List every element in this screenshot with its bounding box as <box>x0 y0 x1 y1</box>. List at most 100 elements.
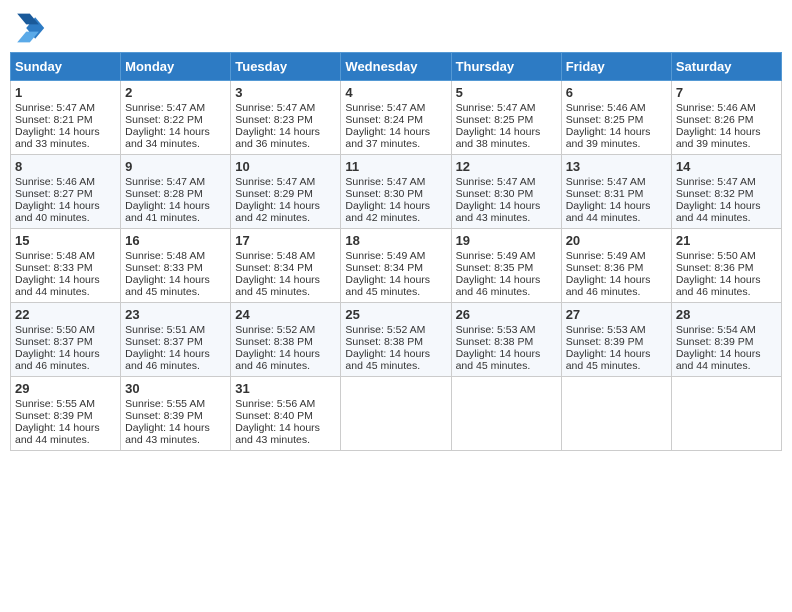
sunset: Sunset: 8:29 PM <box>235 188 313 200</box>
daylight: Daylight: 14 hours and 46 minutes. <box>676 274 761 298</box>
daylight: Daylight: 14 hours and 41 minutes. <box>125 200 210 224</box>
calendar-header-row: SundayMondayTuesdayWednesdayThursdayFrid… <box>11 53 782 81</box>
calendar-cell: 4Sunrise: 5:47 AMSunset: 8:24 PMDaylight… <box>341 81 451 155</box>
sunrise: Sunrise: 5:47 AM <box>15 102 95 114</box>
daylight: Daylight: 14 hours and 39 minutes. <box>566 126 651 150</box>
daylight: Daylight: 14 hours and 44 minutes. <box>566 200 651 224</box>
sunset: Sunset: 8:25 PM <box>566 114 644 126</box>
sunset: Sunset: 8:39 PM <box>566 336 644 348</box>
sunrise: Sunrise: 5:47 AM <box>235 102 315 114</box>
sunrise: Sunrise: 5:47 AM <box>345 102 425 114</box>
sunset: Sunset: 8:36 PM <box>566 262 644 274</box>
day-number: 16 <box>125 233 226 248</box>
day-number: 20 <box>566 233 667 248</box>
daylight: Daylight: 14 hours and 37 minutes. <box>345 126 430 150</box>
sunrise: Sunrise: 5:56 AM <box>235 398 315 410</box>
sunset: Sunset: 8:21 PM <box>15 114 93 126</box>
daylight: Daylight: 14 hours and 43 minutes. <box>235 422 320 446</box>
day-number: 4 <box>345 85 446 100</box>
calendar-cell: 5Sunrise: 5:47 AMSunset: 8:25 PMDaylight… <box>451 81 561 155</box>
calendar-cell <box>561 377 671 451</box>
sunrise: Sunrise: 5:47 AM <box>456 102 536 114</box>
sunset: Sunset: 8:38 PM <box>235 336 313 348</box>
sunrise: Sunrise: 5:46 AM <box>15 176 95 188</box>
calendar-cell: 2Sunrise: 5:47 AMSunset: 8:22 PMDaylight… <box>121 81 231 155</box>
calendar-cell <box>341 377 451 451</box>
calendar-table: SundayMondayTuesdayWednesdayThursdayFrid… <box>10 52 782 451</box>
calendar-cell: 26Sunrise: 5:53 AMSunset: 8:38 PMDayligh… <box>451 303 561 377</box>
day-number: 18 <box>345 233 446 248</box>
daylight: Daylight: 14 hours and 33 minutes. <box>15 126 100 150</box>
sunrise: Sunrise: 5:46 AM <box>676 102 756 114</box>
day-number: 17 <box>235 233 336 248</box>
day-number: 23 <box>125 307 226 322</box>
day-number: 19 <box>456 233 557 248</box>
calendar-cell: 9Sunrise: 5:47 AMSunset: 8:28 PMDaylight… <box>121 155 231 229</box>
day-number: 30 <box>125 381 226 396</box>
sunset: Sunset: 8:28 PM <box>125 188 203 200</box>
calendar-cell: 16Sunrise: 5:48 AMSunset: 8:33 PMDayligh… <box>121 229 231 303</box>
day-number: 11 <box>345 159 446 174</box>
header-tuesday: Tuesday <box>231 53 341 81</box>
calendar-cell: 21Sunrise: 5:50 AMSunset: 8:36 PMDayligh… <box>671 229 781 303</box>
day-number: 8 <box>15 159 116 174</box>
calendar-cell: 13Sunrise: 5:47 AMSunset: 8:31 PMDayligh… <box>561 155 671 229</box>
day-number: 26 <box>456 307 557 322</box>
daylight: Daylight: 14 hours and 43 minutes. <box>456 200 541 224</box>
sunset: Sunset: 8:32 PM <box>676 188 754 200</box>
sunset: Sunset: 8:34 PM <box>345 262 423 274</box>
sunrise: Sunrise: 5:54 AM <box>676 324 756 336</box>
daylight: Daylight: 14 hours and 40 minutes. <box>15 200 100 224</box>
day-number: 15 <box>15 233 116 248</box>
sunset: Sunset: 8:38 PM <box>456 336 534 348</box>
sunrise: Sunrise: 5:49 AM <box>566 250 646 262</box>
day-number: 9 <box>125 159 226 174</box>
calendar-cell: 29Sunrise: 5:55 AMSunset: 8:39 PMDayligh… <box>11 377 121 451</box>
daylight: Daylight: 14 hours and 46 minutes. <box>456 274 541 298</box>
sunrise: Sunrise: 5:55 AM <box>125 398 205 410</box>
header-saturday: Saturday <box>671 53 781 81</box>
calendar-cell: 23Sunrise: 5:51 AMSunset: 8:37 PMDayligh… <box>121 303 231 377</box>
header-thursday: Thursday <box>451 53 561 81</box>
calendar-week-0: 1Sunrise: 5:47 AMSunset: 8:21 PMDaylight… <box>11 81 782 155</box>
daylight: Daylight: 14 hours and 46 minutes. <box>566 274 651 298</box>
day-number: 10 <box>235 159 336 174</box>
calendar-cell: 25Sunrise: 5:52 AMSunset: 8:38 PMDayligh… <box>341 303 451 377</box>
daylight: Daylight: 14 hours and 36 minutes. <box>235 126 320 150</box>
daylight: Daylight: 14 hours and 38 minutes. <box>456 126 541 150</box>
sunset: Sunset: 8:23 PM <box>235 114 313 126</box>
daylight: Daylight: 14 hours and 44 minutes. <box>676 200 761 224</box>
sunset: Sunset: 8:35 PM <box>456 262 534 274</box>
daylight: Daylight: 14 hours and 46 minutes. <box>125 348 210 372</box>
calendar-week-2: 15Sunrise: 5:48 AMSunset: 8:33 PMDayligh… <box>11 229 782 303</box>
sunset: Sunset: 8:36 PM <box>676 262 754 274</box>
calendar-cell: 24Sunrise: 5:52 AMSunset: 8:38 PMDayligh… <box>231 303 341 377</box>
day-number: 28 <box>676 307 777 322</box>
calendar-cell: 8Sunrise: 5:46 AMSunset: 8:27 PMDaylight… <box>11 155 121 229</box>
sunrise: Sunrise: 5:47 AM <box>566 176 646 188</box>
daylight: Daylight: 14 hours and 44 minutes. <box>15 274 100 298</box>
sunrise: Sunrise: 5:52 AM <box>235 324 315 336</box>
day-number: 27 <box>566 307 667 322</box>
sunset: Sunset: 8:38 PM <box>345 336 423 348</box>
sunrise: Sunrise: 5:47 AM <box>235 176 315 188</box>
calendar-cell: 10Sunrise: 5:47 AMSunset: 8:29 PMDayligh… <box>231 155 341 229</box>
calendar-week-1: 8Sunrise: 5:46 AMSunset: 8:27 PMDaylight… <box>11 155 782 229</box>
sunrise: Sunrise: 5:55 AM <box>15 398 95 410</box>
calendar-cell: 15Sunrise: 5:48 AMSunset: 8:33 PMDayligh… <box>11 229 121 303</box>
sunset: Sunset: 8:37 PM <box>125 336 203 348</box>
sunset: Sunset: 8:30 PM <box>345 188 423 200</box>
daylight: Daylight: 14 hours and 45 minutes. <box>566 348 651 372</box>
day-number: 5 <box>456 85 557 100</box>
daylight: Daylight: 14 hours and 45 minutes. <box>125 274 210 298</box>
sunrise: Sunrise: 5:49 AM <box>456 250 536 262</box>
calendar-cell: 18Sunrise: 5:49 AMSunset: 8:34 PMDayligh… <box>341 229 451 303</box>
sunrise: Sunrise: 5:48 AM <box>235 250 315 262</box>
calendar-cell: 11Sunrise: 5:47 AMSunset: 8:30 PMDayligh… <box>341 155 451 229</box>
header-wednesday: Wednesday <box>341 53 451 81</box>
calendar-cell: 12Sunrise: 5:47 AMSunset: 8:30 PMDayligh… <box>451 155 561 229</box>
sunset: Sunset: 8:39 PM <box>15 410 93 422</box>
sunset: Sunset: 8:40 PM <box>235 410 313 422</box>
daylight: Daylight: 14 hours and 44 minutes. <box>15 422 100 446</box>
daylight: Daylight: 14 hours and 44 minutes. <box>676 348 761 372</box>
